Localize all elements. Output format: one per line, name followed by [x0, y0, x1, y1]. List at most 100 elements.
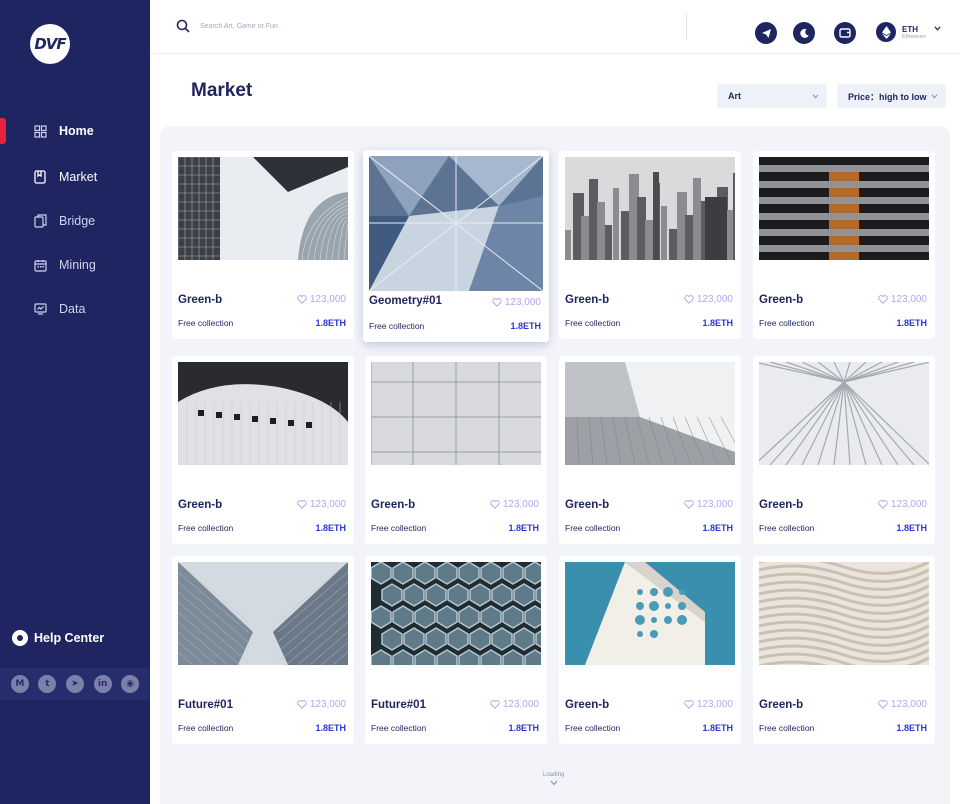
- theme-toggle-button[interactable]: [793, 22, 815, 44]
- nft-name: Green-b: [371, 499, 416, 511]
- nft-price: 1.8ETH: [702, 523, 733, 533]
- nft-name: Green-b: [759, 499, 804, 511]
- like-button[interactable]: 123,000: [297, 699, 346, 710]
- nft-price: 1.8ETH: [896, 523, 927, 533]
- heart-icon: [490, 700, 500, 709]
- like-count: 123,000: [309, 499, 346, 510]
- sort-select[interactable]: Price：high to low: [837, 84, 946, 108]
- like-count: 123,000: [890, 499, 927, 510]
- medium-icon[interactable]: M: [10, 675, 29, 693]
- chevron-down-icon: [550, 780, 558, 786]
- sidebar-item-label: Data: [59, 302, 86, 316]
- search-input[interactable]: [200, 18, 500, 34]
- nft-price: 1.8ETH: [315, 523, 346, 533]
- like-count: 123,000: [309, 294, 346, 305]
- nft-price: 1.8ETH: [702, 723, 733, 733]
- like-button[interactable]: 123,000: [684, 699, 733, 710]
- grid-icon: [33, 124, 47, 138]
- nft-card[interactable]: Green-b 123,000 Free collection 1.8ETH: [365, 356, 547, 544]
- nft-card[interactable]: Green-b 123,000 Free collection 1.8ETH: [172, 151, 354, 339]
- nft-card[interactable]: Green-b 123,000 Free collection 1.8ETH: [559, 151, 741, 339]
- nft-card[interactable]: Green-b 123,000 Free collection 1.8ETH: [753, 356, 935, 544]
- category-select[interactable]: Art: [717, 84, 827, 108]
- copy-icon: [33, 214, 47, 228]
- wallet-icon: [839, 28, 851, 38]
- nft-image[interactable]: [178, 562, 348, 665]
- like-button[interactable]: 123,000: [878, 294, 927, 305]
- nft-image[interactable]: [565, 157, 735, 260]
- nft-name: Green-b: [565, 294, 610, 306]
- page-title: Market: [191, 80, 253, 101]
- telegram-icon[interactable]: ➤: [65, 675, 84, 693]
- social-links: M t ➤ in ◉: [0, 668, 150, 700]
- moon-icon: [799, 28, 809, 38]
- nft-name: Future#01: [178, 699, 233, 711]
- chevron-down-icon: [812, 94, 819, 99]
- like-button[interactable]: 123,000: [490, 499, 539, 510]
- sidebar-item-home[interactable]: Home: [0, 110, 150, 152]
- nft-card[interactable]: Green-b 123,000 Free collection 1.8ETH: [559, 556, 741, 744]
- nft-price: 1.8ETH: [315, 723, 346, 733]
- like-button[interactable]: 123,000: [878, 499, 927, 510]
- sidebar-nav: Home Market Bridge Mining Data: [0, 110, 150, 332]
- telegram-button[interactable]: [755, 22, 777, 44]
- like-button[interactable]: 123,000: [684, 294, 733, 305]
- nft-image[interactable]: [759, 157, 929, 260]
- sidebar-item-mining[interactable]: Mining: [0, 244, 150, 286]
- nft-card[interactable]: Green-b 123,000 Free collection 1.8ETH: [559, 356, 741, 544]
- like-button[interactable]: 123,000: [878, 699, 927, 710]
- nft-card[interactable]: Green-b 123,000 Free collection 1.8ETH: [172, 356, 354, 544]
- sidebar-item-market[interactable]: Market: [0, 156, 150, 198]
- chart-card-icon: [33, 302, 47, 316]
- nft-price: 1.8ETH: [896, 318, 927, 328]
- linkedin-icon[interactable]: in: [93, 675, 112, 693]
- wallet-button[interactable]: [834, 22, 856, 44]
- nft-image[interactable]: [759, 562, 929, 665]
- nft-name: Green-b: [178, 499, 223, 511]
- nft-image[interactable]: [371, 362, 541, 465]
- nft-image[interactable]: [565, 362, 735, 465]
- category-select-value: Art: [728, 91, 741, 101]
- network-selector[interactable]: ETH Ethereum: [876, 22, 941, 42]
- nft-image[interactable]: [371, 562, 541, 665]
- nft-name: Green-b: [759, 699, 804, 711]
- calendar-icon: [33, 258, 47, 272]
- sidebar-item-label: Mining: [59, 258, 96, 272]
- nft-image[interactable]: [759, 362, 929, 465]
- logo[interactable]: DVF: [30, 24, 70, 64]
- nft-card[interactable]: Green-b 123,000 Free collection 1.8ETH: [753, 556, 935, 744]
- sidebar-item-bridge[interactable]: Bridge: [0, 200, 150, 242]
- nft-price: 1.8ETH: [508, 723, 539, 733]
- like-button[interactable]: 123,000: [490, 699, 539, 710]
- divider: [686, 14, 687, 40]
- like-button[interactable]: 123,000: [297, 499, 346, 510]
- like-button[interactable]: 123,000: [492, 297, 541, 308]
- sidebar-item-data[interactable]: Data: [0, 288, 150, 330]
- twitter-icon[interactable]: t: [38, 675, 57, 693]
- nft-price: 1.8ETH: [896, 723, 927, 733]
- nft-price: 1.8ETH: [510, 321, 541, 331]
- like-button[interactable]: 123,000: [684, 499, 733, 510]
- like-count: 123,000: [504, 297, 541, 308]
- nft-image[interactable]: [565, 562, 735, 665]
- heart-icon: [684, 500, 694, 509]
- search-icon[interactable]: [176, 19, 190, 33]
- like-button[interactable]: 123,000: [297, 294, 346, 305]
- help-center-link[interactable]: Help Center: [12, 630, 104, 646]
- send-icon: [761, 28, 771, 38]
- like-count: 123,000: [502, 499, 539, 510]
- nft-image[interactable]: [178, 362, 348, 465]
- heart-icon: [684, 295, 694, 304]
- nft-card[interactable]: Future#01 123,000 Free collection 1.8ETH: [365, 556, 547, 744]
- nft-name: Green-b: [759, 294, 804, 306]
- github-icon[interactable]: ◉: [121, 675, 140, 693]
- nft-card[interactable]: Green-b 123,000 Free collection 1.8ETH: [753, 151, 935, 339]
- collection-label: Free collection: [565, 523, 621, 533]
- nft-image[interactable]: [178, 157, 348, 260]
- nft-name: Green-b: [178, 294, 223, 306]
- nft-image[interactable]: [369, 156, 543, 291]
- heart-icon: [878, 700, 888, 709]
- nft-card[interactable]: Geometry#01 123,000 Free collection 1.8ETH: [363, 150, 549, 342]
- nft-name: Geometry#01: [369, 295, 442, 307]
- nft-card[interactable]: Future#01 123,000 Free collection 1.8ETH: [172, 556, 354, 744]
